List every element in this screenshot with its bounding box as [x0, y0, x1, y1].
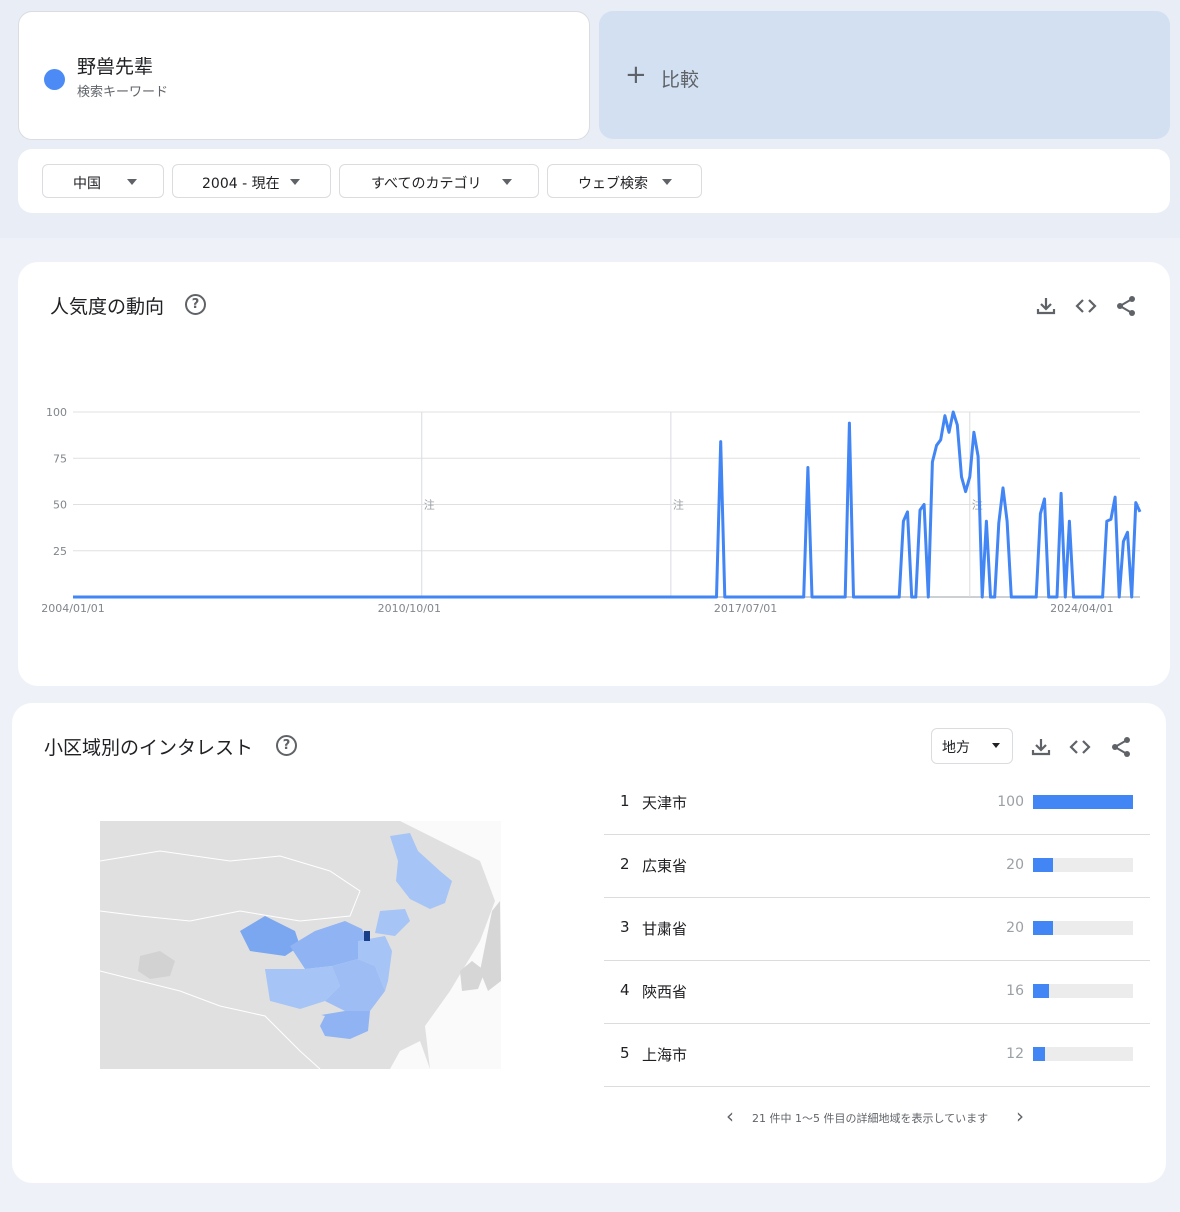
region-name: 上海市 — [642, 1046, 688, 1064]
value-bar-fill — [1033, 984, 1049, 998]
trend-title: 人気度の動向 — [50, 296, 165, 318]
region-map[interactable] — [100, 821, 501, 1069]
embed-code-icon[interactable] — [1074, 294, 1098, 318]
region-name: 陝西省 — [642, 983, 688, 1001]
list-item[interactable]: 3 甘粛省 20 — [604, 897, 1150, 961]
embed-code-icon[interactable] — [1068, 735, 1092, 759]
list-item[interactable]: 2 広東省 20 — [604, 834, 1150, 898]
region-filter-dropdown[interactable]: 中国 — [42, 164, 164, 198]
region-value: 20 — [1006, 857, 1024, 873]
x-tick-label: 2004/01/01 — [41, 602, 104, 615]
time-filter-dropdown[interactable]: 2004 - 現在 — [172, 164, 331, 198]
caret-down-icon — [992, 743, 1000, 748]
y-tick-label: 75 — [53, 452, 67, 465]
trend-line-chart[interactable]: 25 50 75 100 2004/01/01 2010/10/01 2017/07/01 2… — [0, 395, 1180, 620]
share-icon[interactable] — [1109, 735, 1133, 759]
value-bar-track — [1033, 921, 1133, 935]
note-marker[interactable]: 注 — [424, 498, 435, 512]
pager-text: 21 件中 1〜5 件目の詳細地域を表示しています — [752, 1112, 989, 1125]
rank-number: 1 — [620, 792, 630, 810]
region-value: 16 — [1006, 983, 1024, 999]
y-tick-label: 100 — [46, 406, 67, 419]
note-marker[interactable]: 注 — [673, 498, 684, 512]
download-icon[interactable] — [1029, 735, 1053, 759]
list-item[interactable]: 4 陝西省 16 — [604, 960, 1150, 1024]
value-bar-track — [1033, 1047, 1133, 1061]
caret-down-icon — [502, 179, 512, 185]
rank-number: 3 — [620, 918, 630, 936]
download-icon[interactable] — [1034, 294, 1058, 318]
value-bar-track — [1033, 984, 1133, 998]
region-tianjin[interactable] — [364, 931, 370, 941]
caret-down-icon — [127, 179, 137, 185]
value-bar-track — [1033, 795, 1133, 809]
search-type-filter-dropdown[interactable]: ウェブ検索 — [547, 164, 702, 198]
value-bar-fill — [1033, 921, 1053, 935]
filter-bar: 中国 2004 - 現在 すべてのカテゴリ ウェブ検索 — [18, 149, 1170, 213]
list-item[interactable]: 1 天津市 100 — [604, 771, 1150, 835]
value-bar-track — [1033, 858, 1133, 872]
region-name: 甘粛省 — [642, 920, 688, 938]
value-bar-fill — [1033, 795, 1133, 809]
region-name: 天津市 — [642, 794, 688, 812]
chevron-left-icon[interactable]: ‹ — [726, 1104, 734, 1128]
category-filter-label: すべてのカテゴリ — [371, 176, 482, 192]
search-type-filter-label: ウェブ検索 — [578, 176, 648, 192]
region-filter-label: 中国 — [73, 176, 101, 192]
help-icon[interactable]: ? — [276, 735, 297, 756]
region-title: 小区域別のインタレスト — [44, 737, 254, 759]
y-tick-label: 25 — [53, 545, 67, 558]
rank-number: 2 — [620, 855, 630, 873]
search-term-card[interactable]: 野兽先辈 検索キーワード — [18, 11, 590, 140]
rank-number: 5 — [620, 1044, 630, 1062]
value-bar-fill — [1033, 1047, 1045, 1061]
category-filter-dropdown[interactable]: すべてのカテゴリ — [339, 164, 539, 198]
rank-number: 4 — [620, 981, 630, 999]
x-tick-label: 2024/04/01 — [1050, 602, 1113, 615]
time-filter-label: 2004 - 現在 — [202, 176, 280, 192]
plus-icon: + — [625, 60, 647, 90]
region-value: 100 — [997, 794, 1024, 810]
compare-button[interactable]: + 比較 — [599, 11, 1170, 139]
x-tick-label: 2017/07/01 — [714, 602, 777, 615]
y-tick-label: 50 — [53, 499, 67, 512]
region-name: 広東省 — [642, 857, 688, 875]
resolution-label: 地方 — [942, 740, 970, 756]
help-icon[interactable]: ? — [185, 294, 206, 315]
region-value: 12 — [1006, 1046, 1024, 1062]
x-tick-label: 2010/10/01 — [378, 602, 441, 615]
share-icon[interactable] — [1114, 294, 1138, 318]
term-type-label: 検索キーワード — [77, 85, 169, 100]
compare-label: 比較 — [661, 69, 700, 91]
term-name[interactable]: 野兽先辈 — [77, 52, 153, 79]
list-item[interactable]: 5 上海市 12 — [604, 1023, 1150, 1087]
value-bar-fill — [1033, 858, 1053, 872]
caret-down-icon — [290, 179, 300, 185]
chevron-right-icon[interactable]: › — [1016, 1104, 1024, 1128]
resolution-dropdown[interactable]: 地方 — [931, 728, 1013, 764]
caret-down-icon — [662, 179, 672, 185]
region-value: 20 — [1006, 920, 1024, 936]
term-color-dot — [44, 69, 65, 90]
